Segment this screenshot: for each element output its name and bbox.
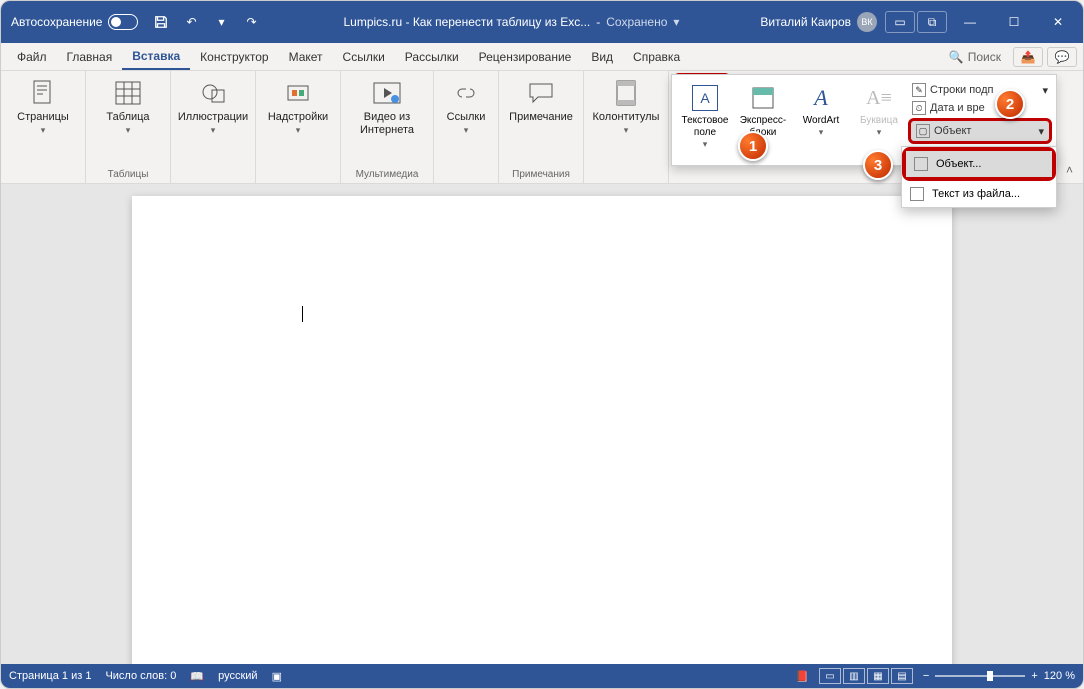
redo-icon[interactable]: ↷ — [240, 11, 262, 33]
read-view-icon[interactable]: ▥ — [843, 668, 865, 684]
pages-button[interactable]: Страницы▾ — [5, 73, 81, 140]
object-icon — [914, 157, 928, 171]
online-video-button[interactable]: Видео из Интернета — [345, 73, 429, 141]
window-controls: ▭ ⧉ ― ☐ ✕ — [885, 11, 1079, 33]
signature-icon: ✎ — [912, 83, 926, 97]
signature-line-button[interactable]: ✎ Строки подп ▾ — [908, 81, 1052, 99]
quickparts-icon — [750, 85, 776, 111]
table-icon — [114, 79, 142, 107]
window-snap-icon[interactable]: ⧉ — [917, 11, 947, 33]
object-button[interactable]: ▢ Объект ▾ — [912, 122, 1048, 140]
document-page[interactable] — [132, 196, 952, 664]
textbox-icon: A — [692, 85, 718, 111]
tab-layout[interactable]: Макет — [279, 43, 333, 70]
status-bar: Страница 1 из 1 Число слов: 0 📖 русский … — [1, 664, 1083, 688]
tab-references[interactable]: Ссылки — [333, 43, 395, 70]
display-settings-icon[interactable]: 📕 — [795, 670, 809, 683]
tab-insert[interactable]: Вставка — [122, 43, 190, 70]
zoom-control[interactable]: − + 120 % — [923, 670, 1075, 682]
ribbon-tabs: Файл Главная Вставка Конструктор Макет С… — [1, 43, 1083, 71]
insert-object-menu-item[interactable]: Объект... — [906, 151, 1052, 177]
focus-view-icon[interactable]: ▭ — [819, 668, 841, 684]
avatar: ВК — [857, 12, 877, 32]
proofing-icon[interactable]: 📖 — [190, 670, 204, 683]
page-status[interactable]: Страница 1 из 1 — [9, 670, 91, 682]
search-placeholder: Поиск — [968, 50, 1001, 64]
comment-icon — [527, 79, 555, 107]
callout-2: 2 — [995, 89, 1025, 119]
title-bar: Автосохранение ↶ ▾ ↷ Lumpics.ru - Как пе… — [1, 1, 1083, 43]
datetime-button[interactable]: ⏲ Дата и вре — [908, 99, 1052, 117]
wordart-button[interactable]: A WordArt▾ — [792, 79, 850, 165]
minimize-button[interactable]: ― — [949, 11, 991, 33]
text-cursor — [302, 306, 303, 322]
qat-dropdown-icon[interactable]: ▾ — [210, 11, 232, 33]
zoom-slider[interactable] — [935, 675, 1025, 677]
header-footer-icon — [612, 79, 640, 107]
language-status[interactable]: русский — [218, 670, 257, 682]
app-window: Автосохранение ↶ ▾ ↷ Lumpics.ru - Как пе… — [0, 0, 1084, 689]
shapes-icon — [199, 79, 227, 107]
saved-status: Сохранено — [606, 15, 667, 29]
illustrations-button[interactable]: Иллюстрации▾ — [175, 73, 251, 140]
doc-name: Lumpics.ru - Как перенести таблицу из Ex… — [343, 15, 590, 29]
document-area[interactable] — [1, 184, 1083, 664]
ribbon-display-icon[interactable]: ▭ — [885, 11, 915, 33]
undo-icon[interactable]: ↶ — [180, 11, 202, 33]
table-button[interactable]: Таблица▾ — [90, 73, 166, 140]
tab-review[interactable]: Рецензирование — [469, 43, 582, 70]
document-title: Lumpics.ru - Как перенести таблицу из Ex… — [262, 15, 760, 29]
search-icon: 🔍 — [949, 50, 964, 64]
file-text-icon — [910, 187, 924, 201]
zoom-in-icon[interactable]: + — [1031, 670, 1037, 682]
zoom-value[interactable]: 120 % — [1044, 670, 1075, 682]
addins-icon — [284, 79, 312, 107]
tab-view[interactable]: Вид — [581, 43, 623, 70]
link-icon — [452, 79, 480, 107]
comment-button[interactable]: Примечание — [503, 73, 579, 128]
autosave-toggle[interactable]: Автосохранение — [5, 14, 144, 30]
callout-1: 1 — [738, 131, 768, 161]
object-button-highlight: ▢ Объект ▾ — [908, 118, 1052, 144]
tab-mailings[interactable]: Рассылки — [395, 43, 469, 70]
video-icon — [373, 79, 401, 107]
tab-design[interactable]: Конструктор — [190, 43, 278, 70]
addins-button[interactable]: Надстройки▾ — [260, 73, 336, 140]
macro-icon[interactable]: ▣ — [272, 670, 282, 683]
toggle-off-icon[interactable] — [108, 14, 138, 30]
word-count[interactable]: Число слов: 0 — [105, 670, 176, 682]
datetime-icon: ⏲ — [912, 101, 926, 115]
object-menu-item-highlight: Объект... — [902, 147, 1056, 181]
wordart-icon: A — [808, 85, 834, 111]
object-icon: ▢ — [916, 124, 930, 138]
close-button[interactable]: ✕ — [1037, 11, 1079, 33]
links-button[interactable]: Ссылки▾ — [438, 73, 494, 140]
text-from-file-menu-item[interactable]: Текст из файла... — [902, 181, 1056, 207]
textbox-button[interactable]: A Текстовое поле▾ — [676, 79, 734, 165]
view-buttons: ▭ ▥ ▦ ▤ — [819, 668, 913, 684]
quick-access-toolbar: ↶ ▾ ↷ — [150, 11, 262, 33]
tab-file[interactable]: Файл — [7, 43, 57, 70]
autosave-label: Автосохранение — [11, 15, 102, 29]
save-icon[interactable] — [150, 11, 172, 33]
share-button[interactable]: 📤 — [1013, 47, 1043, 67]
print-view-icon[interactable]: ▦ — [867, 668, 889, 684]
collapse-ribbon-icon[interactable]: ˄ — [1066, 163, 1073, 177]
user-name: Виталий Каиров — [760, 15, 851, 29]
user-account[interactable]: Виталий Каиров ВК — [760, 12, 877, 32]
web-view-icon[interactable]: ▤ — [891, 668, 913, 684]
tab-help[interactable]: Справка — [623, 43, 690, 70]
dropcap-icon: A≡ — [866, 85, 892, 111]
comments-button[interactable]: 💬 — [1047, 47, 1077, 67]
header-footer-button[interactable]: Колонтитулы▾ — [588, 73, 664, 140]
zoom-out-icon[interactable]: − — [923, 670, 929, 682]
object-dropdown-menu: Объект... Текст из файла... — [901, 146, 1057, 208]
callout-3: 3 — [863, 150, 893, 180]
maximize-button[interactable]: ☐ — [993, 11, 1035, 33]
page-icon — [29, 79, 57, 107]
search-box[interactable]: 🔍 Поиск — [941, 50, 1009, 64]
tab-home[interactable]: Главная — [57, 43, 123, 70]
chevron-down-icon[interactable]: ▾ — [673, 15, 679, 29]
